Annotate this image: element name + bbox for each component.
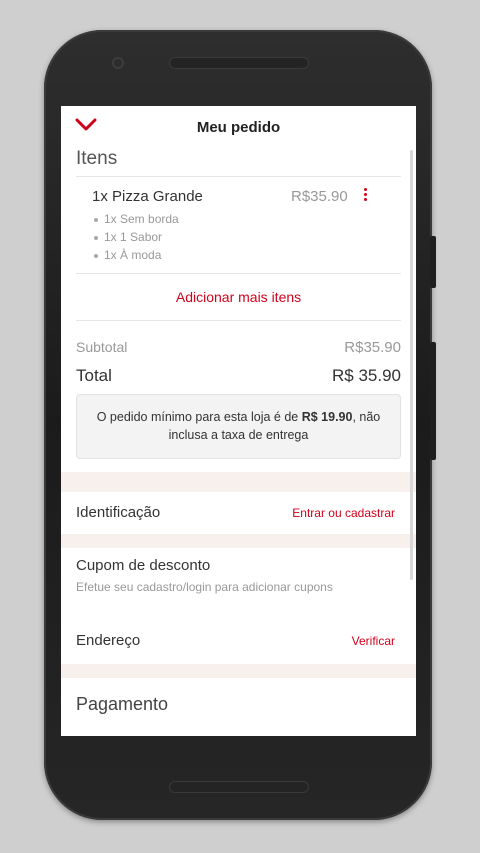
top-speaker [169, 57, 309, 69]
minimum-amount: R$ 19.90 [301, 410, 353, 424]
items-section-title: Itens [76, 148, 118, 169]
identification-label: Identificação [76, 504, 161, 521]
divider [76, 273, 401, 274]
add-more-items-link[interactable]: Adicionar mais itens [61, 289, 416, 305]
scrollbar[interactable] [410, 150, 413, 580]
address-label: Endereço [76, 632, 141, 649]
item-option: 1x Sem borda [94, 212, 179, 226]
section-spacer [61, 534, 416, 548]
section-spacer [61, 472, 416, 492]
divider [76, 320, 401, 321]
divider [76, 176, 401, 177]
coupon-hint: Efetue seu cadastro/login para adicionar… [76, 580, 333, 594]
verify-address-link[interactable]: Verificar [352, 634, 395, 648]
app-screen: Meu pedido Itens 1x Pizza Grande R$35.90… [61, 106, 416, 736]
power-button [430, 342, 436, 460]
notice-prefix: O pedido mínimo para esta loja é de [96, 410, 302, 424]
section-spacer [61, 664, 416, 678]
minimum-order-notice: O pedido mínimo para esta loja é de R$ 1… [76, 394, 401, 459]
coupon-label: Cupom de desconto [76, 557, 211, 574]
volume-button [430, 236, 436, 288]
address-row[interactable]: Endereço Verificar [61, 620, 416, 664]
payment-title: Pagamento [76, 694, 169, 714]
login-register-link[interactable]: Entrar ou cadastrar [292, 506, 395, 520]
item-menu-icon[interactable] [363, 188, 369, 202]
item-name: 1x Pizza Grande [92, 188, 203, 205]
item-price: R$35.90 [291, 188, 348, 205]
app-header: Meu pedido [61, 106, 416, 150]
bottom-speaker [169, 781, 309, 793]
item-option: 1x À moda [94, 248, 161, 262]
front-camera [112, 57, 124, 69]
subtotal-label: Subtotal [76, 339, 128, 355]
identification-row[interactable]: Identificação Entrar ou cadastrar [61, 492, 416, 534]
item-option: 1x 1 Sabor [94, 230, 162, 244]
subtotal-value: R$35.90 [344, 339, 401, 356]
total-value: R$ 35.90 [332, 366, 401, 385]
total-label: Total [76, 366, 112, 385]
page-title: Meu pedido [196, 119, 281, 136]
